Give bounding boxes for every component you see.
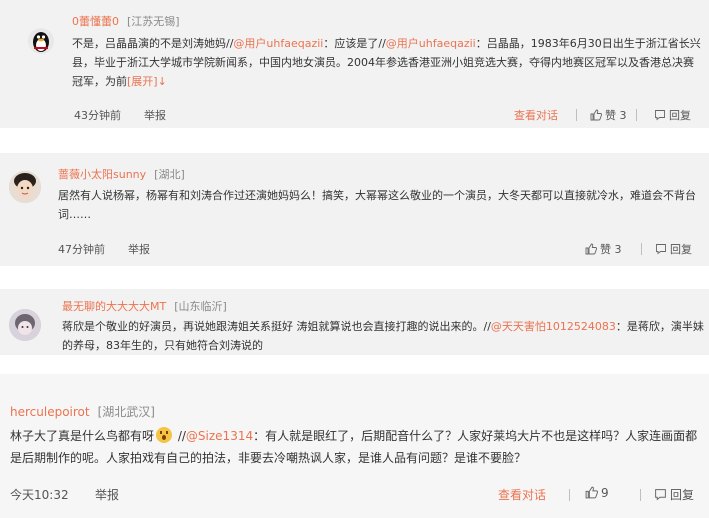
timestamp: 47分钟前 xyxy=(58,243,105,256)
reply-label: 回复 xyxy=(670,243,692,256)
comment-text-lead: 林子大了真是什么鸟都有呀 xyxy=(10,429,155,443)
mention-link[interactable]: @用户uhfaeqazii xyxy=(233,37,323,50)
reply-label: 回复 xyxy=(669,109,691,122)
mention-link[interactable]: @Size1314 xyxy=(186,429,253,443)
comment-header: 最无聊的大大大大MT [山东临沂] xyxy=(62,298,227,314)
like-count: 赞 3 xyxy=(600,243,622,256)
like-count: 9 xyxy=(601,486,609,500)
like-button[interactable]: 赞 3 xyxy=(585,241,622,257)
comment-text-lead: 不是，吕晶晶演的不是刘涛她妈// xyxy=(72,37,234,50)
report-link[interactable]: 举报 xyxy=(95,486,119,503)
username[interactable]: 蔷薇小太阳sunny xyxy=(58,168,146,181)
expand-link[interactable]: [展开]↓ xyxy=(127,75,167,88)
mention-link[interactable]: @天天害怕1012524083 xyxy=(491,320,616,333)
divider xyxy=(636,109,637,121)
reply-button[interactable]: 回复 xyxy=(654,486,694,503)
comment-card: 最无聊的大大大大MT [山东临沂] 蒋欣是个敬业的好演员，再说她跟涛姐关系挺好 涛… xyxy=(0,289,709,355)
username[interactable]: 0蕾懂蕾0 xyxy=(72,15,119,28)
reply-icon xyxy=(655,110,665,121)
divider xyxy=(569,489,570,501)
report-link[interactable]: 举报 xyxy=(144,107,166,123)
avatar[interactable] xyxy=(9,309,41,341)
child-photo-avatar-icon xyxy=(9,171,41,203)
username[interactable]: 最无聊的大大大大MT xyxy=(62,300,166,313)
view-conversation-link[interactable]: 查看对话 xyxy=(498,486,546,503)
thumbs-up-icon xyxy=(585,486,599,499)
timestamp: 今天10:32 xyxy=(10,488,69,502)
like-count: 赞 3 xyxy=(605,109,627,122)
thumbs-up-icon xyxy=(590,109,603,121)
comment-card: 蔷薇小太阳sunny [湖北] 居然有人说杨幂，杨幂有和刘涛合作过还演她妈妈么！搞… xyxy=(0,153,709,266)
location: [湖北武汉] xyxy=(97,405,155,419)
timestamp: 43分钟前 xyxy=(74,109,121,122)
mention-link[interactable]: @用户uhfaeqazii xyxy=(386,37,476,50)
comment-text: 不是，吕晶晶演的不是刘涛她妈//@用户uhfaeqazii：应该是了//@用户u… xyxy=(72,34,702,91)
reply-label: 回复 xyxy=(670,488,695,502)
like-button[interactable]: 赞 3 xyxy=(590,107,627,123)
location: [江苏无锡] xyxy=(127,15,180,28)
avatar[interactable] xyxy=(28,28,54,54)
comment-text: 林子大了真是什么鸟都有呀 //@Size1314：有人就是眼红了，后期配音什么了… xyxy=(10,425,706,469)
comment-text-mid: ：应该是了// xyxy=(323,37,386,50)
shocked-face-emoji-icon xyxy=(156,427,173,443)
divider xyxy=(640,489,641,501)
reply-button[interactable]: 回复 xyxy=(654,107,691,123)
divider xyxy=(641,243,642,255)
username[interactable]: herculepoirot xyxy=(10,405,90,419)
comment-header: herculepoirot [湖北武汉] xyxy=(10,403,155,420)
cartoon-avatar-icon xyxy=(9,309,41,341)
location: [湖北] xyxy=(154,168,185,181)
reply-icon xyxy=(655,489,666,501)
avatar[interactable] xyxy=(9,171,41,203)
reply-button[interactable]: 回复 xyxy=(655,241,692,257)
report-link[interactable]: 举报 xyxy=(128,241,150,257)
comment-header: 0蕾懂蕾0 [江苏无锡] xyxy=(72,13,180,29)
like-button[interactable]: 9 xyxy=(585,486,609,500)
comment-header: 蔷薇小太阳sunny [湖北] xyxy=(58,166,185,182)
location: [山东临沂] xyxy=(174,300,227,313)
view-conversation-link[interactable]: 查看对话 xyxy=(514,107,558,123)
repost-separator: // xyxy=(174,429,186,443)
comment-text-lead: 蒋欣是个敬业的好演员，再说她跟涛姐关系挺好 涛姐就算说也会直接打趣的说出来的。/… xyxy=(62,320,491,333)
comment-card: herculepoirot [湖北武汉] 林子大了真是什么鸟都有呀 //@Size… xyxy=(0,374,709,518)
penguin-avatar-icon xyxy=(33,32,49,52)
comment-text: 蒋欣是个敬业的好演员，再说她跟涛姐关系挺好 涛姐就算说也会直接打趣的说出来的。/… xyxy=(62,317,704,355)
comment-text: 居然有人说杨幂，杨幂有和刘涛合作过还演她妈妈么！搞笑，大幂幂这么敬业的一个演员，… xyxy=(58,189,696,221)
thumbs-up-icon xyxy=(585,243,598,255)
reply-icon xyxy=(656,244,666,255)
comment-card: 0蕾懂蕾0 [江苏无锡] 不是，吕晶晶演的不是刘涛她妈//@用户uhfaeqazi… xyxy=(0,0,709,128)
divider xyxy=(576,109,577,121)
